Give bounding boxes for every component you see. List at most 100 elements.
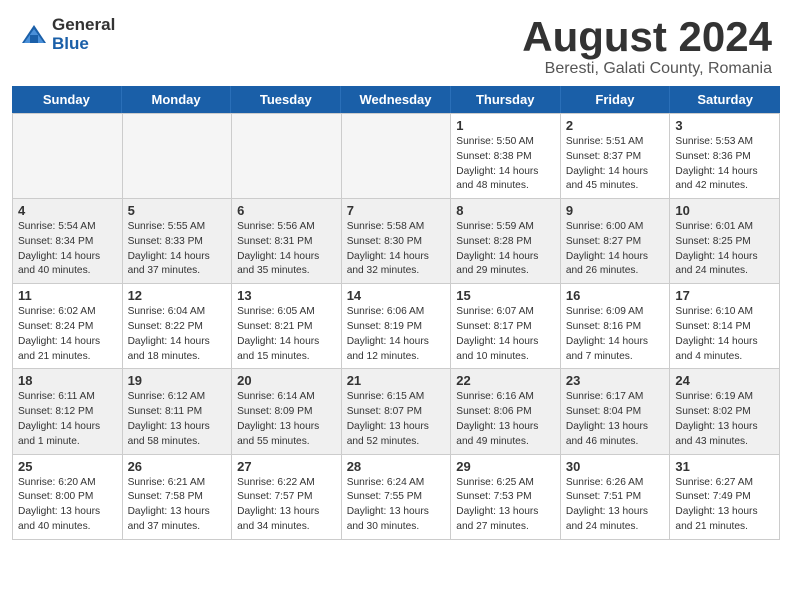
calendar-cell: 25 Sunrise: 6:20 AM Sunset: 8:00 PM Dayli…: [13, 455, 123, 540]
day-number: 12: [128, 288, 227, 303]
cell-info: Sunrise: 6:05 AM Sunset: 8:21 PM Dayligh…: [237, 305, 336, 364]
day-number: 27: [237, 459, 336, 474]
logo: General Blue: [20, 16, 115, 53]
cell-info: Sunrise: 5:59 AM Sunset: 8:28 PM Dayligh…: [456, 220, 555, 279]
cell-info: Sunrise: 6:16 AM Sunset: 8:06 PM Dayligh…: [456, 390, 555, 449]
calendar-cell: 13 Sunrise: 6:05 AM Sunset: 8:21 PM Dayli…: [232, 284, 342, 369]
day-number: 17: [675, 288, 774, 303]
calendar-cell: 28Sunrise: 6:24 AM Sunset: 7:55 PM Dayli…: [342, 455, 452, 540]
cell-info: Sunrise: 6:15 AM Sunset: 8:07 PM Dayligh…: [347, 390, 446, 449]
cell-info: Sunrise: 6:07 AM Sunset: 8:17 PM Dayligh…: [456, 305, 555, 364]
day-number: 26: [128, 459, 227, 474]
day-number: 11: [18, 288, 117, 303]
calendar-cell: 10 Sunrise: 6:01 AM Sunset: 8:25 PM Dayli…: [670, 199, 780, 284]
calendar-cell: [342, 114, 452, 199]
calendar-cell: [13, 114, 123, 199]
day-header: Thursday: [451, 86, 561, 113]
cell-info: Sunrise: 6:22 AM Sunset: 7:57 PM Dayligh…: [237, 476, 336, 535]
cell-info: Sunrise: 5:58 AM Sunset: 8:30 PM Dayligh…: [347, 220, 446, 279]
cell-info: Sunrise: 6:20 AM Sunset: 8:00 PM Dayligh…: [18, 476, 117, 535]
calendar-cell: 21 Sunrise: 6:15 AM Sunset: 8:07 PM Dayli…: [342, 369, 452, 454]
calendar-cell: 22 Sunrise: 6:16 AM Sunset: 8:06 PM Dayli…: [451, 369, 561, 454]
page-header: General Blue August 2024 Beresti, Galati…: [0, 0, 792, 86]
day-number: 24: [675, 373, 774, 388]
cell-info: Sunrise: 5:51 AM Sunset: 8:37 PM Dayligh…: [566, 135, 665, 194]
day-number: 4: [18, 203, 117, 218]
calendar-cell: 14 Sunrise: 6:06 AM Sunset: 8:19 PM Dayli…: [342, 284, 452, 369]
calendar-cell: 8 Sunrise: 5:59 AM Sunset: 8:28 PM Daylig…: [451, 199, 561, 284]
cell-info: Sunrise: 5:55 AM Sunset: 8:33 PM Dayligh…: [128, 220, 227, 279]
title-section: August 2024 Beresti, Galati County, Roma…: [522, 16, 772, 78]
cell-info: Sunrise: 6:25 AM Sunset: 7:53 PM Dayligh…: [456, 476, 555, 535]
day-number: 29: [456, 459, 555, 474]
day-number: 16: [566, 288, 665, 303]
day-number: 6: [237, 203, 336, 218]
day-number: 30: [566, 459, 665, 474]
location: Beresti, Galati County, Romania: [522, 60, 772, 78]
cell-info: Sunrise: 5:54 AM Sunset: 8:34 PM Dayligh…: [18, 220, 117, 279]
day-number: 19: [128, 373, 227, 388]
calendar-cell: 30 Sunrise: 6:26 AM Sunset: 7:51 PM Dayli…: [561, 455, 671, 540]
cell-info: Sunrise: 6:26 AM Sunset: 7:51 PM Dayligh…: [566, 476, 665, 535]
day-number: 8: [456, 203, 555, 218]
day-header: Wednesday: [341, 86, 451, 113]
day-number: 15: [456, 288, 555, 303]
day-header: Friday: [561, 86, 671, 113]
month-title: August 2024: [522, 16, 772, 58]
day-number: 25: [18, 459, 117, 474]
calendar-cell: 29 Sunrise: 6:25 AM Sunset: 7:53 PM Dayli…: [451, 455, 561, 540]
cell-info: Sunrise: 6:10 AM Sunset: 8:14 PM Dayligh…: [675, 305, 774, 364]
calendar-cell: 5 Sunrise: 5:55 AM Sunset: 8:33 PM Daylig…: [123, 199, 233, 284]
day-number: 3: [675, 118, 774, 133]
cell-info: Sunrise: 6:27 AM Sunset: 7:49 PM Dayligh…: [675, 476, 774, 535]
cell-info: Sunrise: 6:19 AM Sunset: 8:02 PM Dayligh…: [675, 390, 774, 449]
day-number: 1: [456, 118, 555, 133]
cell-info: Sunrise: 6:00 AM Sunset: 8:27 PM Dayligh…: [566, 220, 665, 279]
day-number: 14: [347, 288, 446, 303]
calendar-cell: 6 Sunrise: 5:56 AM Sunset: 8:31 PM Daylig…: [232, 199, 342, 284]
day-number: 13: [237, 288, 336, 303]
calendar-cell: 24 Sunrise: 6:19 AM Sunset: 8:02 PM Dayli…: [670, 369, 780, 454]
calendar-cell: 15 Sunrise: 6:07 AM Sunset: 8:17 PM Dayli…: [451, 284, 561, 369]
calendar-cell: 1Sunrise: 5:50 AM Sunset: 8:38 PM Daylig…: [451, 114, 561, 199]
calendar-cell: 16Sunrise: 6:09 AM Sunset: 8:16 PM Dayli…: [561, 284, 671, 369]
cell-info: Sunrise: 6:02 AM Sunset: 8:24 PM Dayligh…: [18, 305, 117, 364]
cell-info: Sunrise: 6:04 AM Sunset: 8:22 PM Dayligh…: [128, 305, 227, 364]
calendar-cell: 31 Sunrise: 6:27 AM Sunset: 7:49 PM Dayli…: [670, 455, 780, 540]
day-number: 22: [456, 373, 555, 388]
calendar-cell: 9Sunrise: 6:00 AM Sunset: 8:27 PM Daylig…: [561, 199, 671, 284]
day-number: 2: [566, 118, 665, 133]
calendar-cell: 3 Sunrise: 5:53 AM Sunset: 8:36 PM Daylig…: [670, 114, 780, 199]
day-number: 18: [18, 373, 117, 388]
calendar-cell: 23Sunrise: 6:17 AM Sunset: 8:04 PM Dayli…: [561, 369, 671, 454]
calendar-cell: [232, 114, 342, 199]
cell-info: Sunrise: 6:06 AM Sunset: 8:19 PM Dayligh…: [347, 305, 446, 364]
logo-icon: [20, 21, 48, 49]
cell-info: Sunrise: 5:56 AM Sunset: 8:31 PM Dayligh…: [237, 220, 336, 279]
day-number: 21: [347, 373, 446, 388]
cell-info: Sunrise: 6:11 AM Sunset: 8:12 PM Dayligh…: [18, 390, 117, 449]
logo-general-text: General: [52, 16, 115, 35]
calendar-cell: 19 Sunrise: 6:12 AM Sunset: 8:11 PM Dayli…: [123, 369, 233, 454]
logo-blue-text: Blue: [52, 35, 115, 54]
day-number: 5: [128, 203, 227, 218]
day-number: 10: [675, 203, 774, 218]
calendar-cell: 20Sunrise: 6:14 AM Sunset: 8:09 PM Dayli…: [232, 369, 342, 454]
day-number: 23: [566, 373, 665, 388]
calendar-cell: 2 Sunrise: 5:51 AM Sunset: 8:37 PM Daylig…: [561, 114, 671, 199]
day-header: Saturday: [670, 86, 780, 113]
cell-info: Sunrise: 6:12 AM Sunset: 8:11 PM Dayligh…: [128, 390, 227, 449]
calendar-cell: 18 Sunrise: 6:11 AM Sunset: 8:12 PM Dayli…: [13, 369, 123, 454]
day-header: Sunday: [12, 86, 122, 113]
cell-info: Sunrise: 6:01 AM Sunset: 8:25 PM Dayligh…: [675, 220, 774, 279]
day-header: Monday: [122, 86, 232, 113]
cell-info: Sunrise: 5:53 AM Sunset: 8:36 PM Dayligh…: [675, 135, 774, 194]
calendar-grid: 1Sunrise: 5:50 AM Sunset: 8:38 PM Daylig…: [12, 113, 780, 540]
calendar-cell: 4 Sunrise: 5:54 AM Sunset: 8:34 PM Daylig…: [13, 199, 123, 284]
day-number: 31: [675, 459, 774, 474]
calendar-cell: 26Sunrise: 6:21 AM Sunset: 7:58 PM Dayli…: [123, 455, 233, 540]
calendar-cell: 27 Sunrise: 6:22 AM Sunset: 7:57 PM Dayli…: [232, 455, 342, 540]
day-number: 20: [237, 373, 336, 388]
day-header: Tuesday: [231, 86, 341, 113]
day-headers: SundayMondayTuesdayWednesdayThursdayFrid…: [12, 86, 780, 113]
